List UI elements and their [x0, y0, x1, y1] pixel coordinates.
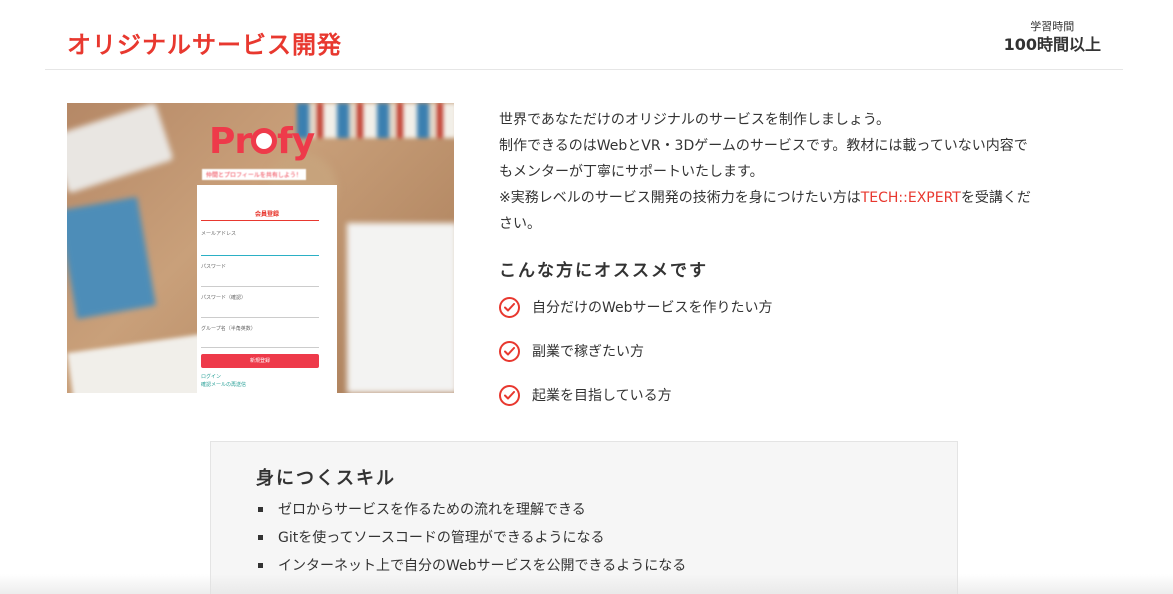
- bottom-shadow: [0, 574, 1173, 594]
- description-line: さい。: [499, 216, 541, 232]
- skill-item: インターネット上で自分のWebサービスを公開できるようになる: [258, 555, 686, 575]
- bullet-icon: [258, 506, 263, 512]
- recommend-item: 起業を目指している方: [499, 384, 672, 406]
- password-field: [201, 286, 319, 287]
- group-label: グループ名（半角英数）: [201, 326, 256, 332]
- description-text: ※実務レベルのサービス開発の技術力を身につけたい方は: [499, 190, 861, 206]
- course-description: 世界であなただけのオリジナルのサービスを制作しましょう。 制作できるのはWebと…: [499, 107, 1119, 237]
- password-confirm-field: [201, 317, 319, 318]
- logo-tagline: 仲間とプロフィールを共有しよう！: [202, 169, 306, 180]
- check-circle-icon: [499, 340, 520, 362]
- page-title: オリジナルサービス開発: [67, 31, 342, 59]
- description-line: もメンターが丁寧にサポートいたします。: [499, 164, 764, 180]
- email-field: [201, 255, 319, 256]
- skill-item: ゼロからサービスを作るための流れを理解できる: [258, 499, 586, 519]
- group-field: [201, 347, 319, 348]
- form-title-divider: [201, 220, 319, 221]
- check-circle-icon: [499, 296, 520, 318]
- recommend-item: 自分だけのWebサービスを作りたい方: [499, 296, 773, 318]
- check-circle-icon: [499, 384, 520, 406]
- study-time-value: 100時間以上: [1003, 35, 1101, 54]
- tech-expert-link[interactable]: TECH::EXPERT: [861, 190, 961, 206]
- description-line: ※実務レベルのサービス開発の技術力を身につけたい方はTECH::EXPERTを受…: [499, 185, 1119, 211]
- description-line: 制作できるのはWebとVR・3Dゲームのサービスです。教材には載っていない内容で: [499, 138, 1028, 154]
- skills-box: 身につくスキル ゼロからサービスを作るための流れを理解できる Gitを使ってソー…: [210, 441, 958, 594]
- recommend-item-label: 自分だけのWebサービスを作りたい方: [532, 300, 773, 316]
- study-time-info: 学習時間 100時間以上: [1004, 20, 1101, 56]
- description-text: を受講くだ: [960, 190, 1031, 206]
- service-screenshot: Pr fy 仲間とプロフィールを共有しよう！ 会員登録 メールアドレス パスワード…: [67, 103, 454, 393]
- password-label: パスワード: [201, 264, 227, 270]
- background-bookshelf: [297, 103, 454, 138]
- recommend-item-label: 副業で稼ぎたい方: [532, 344, 644, 360]
- bullet-icon: [258, 534, 263, 540]
- email-label: メールアドレス: [201, 231, 237, 237]
- skills-title: 身につくスキル: [256, 468, 396, 489]
- recommend-title: こんな方にオススメです: [499, 261, 708, 281]
- resend-link: 確認メールの再送信: [201, 382, 247, 388]
- background-keyboard: [67, 103, 174, 194]
- profy-logo: Pr fy: [209, 121, 315, 162]
- skill-item-label: ゼロからサービスを作るための流れを理解できる: [278, 502, 586, 518]
- login-link: ログイン: [201, 374, 222, 380]
- description-line: 世界であなただけのオリジナルのサービスを制作しましょう。: [499, 112, 891, 128]
- background-book: [67, 196, 156, 320]
- form-title: 会員登録: [254, 211, 279, 218]
- signup-form-card: 会員登録 メールアドレス パスワード パスワード（確認） グループ名（半角英数）…: [197, 185, 337, 393]
- recommend-item: 副業で稼ぎたい方: [499, 340, 644, 362]
- recommend-item-label: 起業を目指している方: [532, 388, 672, 404]
- course-header: オリジナルサービス開発 学習時間 100時間以上: [45, 0, 1123, 70]
- skill-item-label: インターネット上で自分のWebサービスを公開できるようになる: [278, 558, 687, 574]
- skill-item: Gitを使ってソースコードの管理ができるようになる: [258, 527, 605, 547]
- background-notebook: [67, 333, 217, 393]
- password-confirm-label: パスワード（確認）: [201, 295, 247, 301]
- logo-text-part-1: Pr: [209, 121, 252, 162]
- signup-button: 新規登録: [201, 354, 319, 368]
- study-time-label: 学習時間: [1030, 20, 1075, 33]
- skill-item-label: Gitを使ってソースコードの管理ができるようになる: [278, 530, 605, 546]
- logo-o-mark: [251, 128, 278, 154]
- bullet-icon: [258, 562, 263, 568]
- background-papers: [347, 223, 454, 393]
- logo-text-part-2: fy: [277, 121, 315, 162]
